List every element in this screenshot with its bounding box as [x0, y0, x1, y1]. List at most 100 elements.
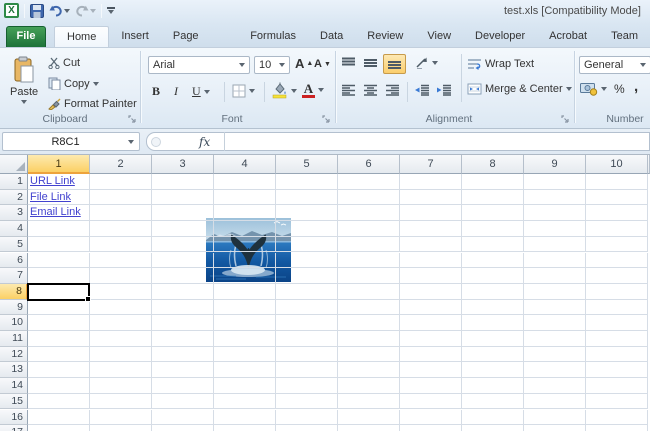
- grid-cell[interactable]: [400, 221, 462, 237]
- grid-cell[interactable]: [28, 425, 90, 431]
- column-header-2[interactable]: 2: [90, 155, 152, 174]
- grid-cell[interactable]: [462, 331, 524, 347]
- grid-cell[interactable]: [338, 268, 400, 284]
- grid-cell[interactable]: [338, 299, 400, 316]
- grid-cell[interactable]: [90, 174, 152, 190]
- accounting-format-button[interactable]: [580, 82, 607, 96]
- grid-cell[interactable]: [276, 283, 338, 300]
- tab-page-layout[interactable]: Page Layout: [161, 26, 238, 62]
- grid-cell[interactable]: [524, 299, 586, 316]
- grid-cell[interactable]: [90, 425, 152, 431]
- grid-cell[interactable]: [214, 174, 276, 190]
- grid-cell[interactable]: [524, 425, 586, 431]
- grid-cell[interactable]: [400, 425, 462, 431]
- tab-home[interactable]: Home: [54, 26, 110, 47]
- grid-cell[interactable]: [214, 189, 276, 206]
- grid-cell[interactable]: [214, 409, 276, 426]
- grid-cell[interactable]: [152, 425, 214, 431]
- grid-cell[interactable]: [90, 299, 152, 316]
- grid-cell[interactable]: [400, 393, 462, 410]
- row-header-4[interactable]: 4: [0, 221, 28, 237]
- grid-cell[interactable]: [28, 378, 90, 394]
- grid-cell[interactable]: [338, 252, 400, 269]
- grid-cell[interactable]: [524, 221, 586, 237]
- accounting-dropdown-caret[interactable]: [601, 87, 607, 91]
- tab-view[interactable]: View: [415, 26, 463, 47]
- grid-cell[interactable]: [338, 221, 400, 237]
- grid-cell[interactable]: [524, 346, 586, 363]
- grid-cell[interactable]: [152, 205, 214, 222]
- grid-cell[interactable]: [276, 205, 338, 222]
- grid-cell[interactable]: [276, 268, 338, 284]
- grid-cell[interactable]: [90, 252, 152, 269]
- fill-color-button[interactable]: [272, 82, 297, 99]
- grid-cell[interactable]: [214, 346, 276, 363]
- grid-cell[interactable]: [400, 174, 462, 190]
- tab-review[interactable]: Review: [355, 26, 415, 47]
- row-header-15[interactable]: 15: [0, 393, 28, 410]
- align-right-button[interactable]: [385, 84, 400, 96]
- column-header-9[interactable]: 9: [524, 155, 586, 174]
- grid-cell[interactable]: [586, 236, 648, 253]
- grid-cell[interactable]: [28, 409, 90, 426]
- grid-cell[interactable]: [152, 174, 214, 190]
- grid-cell[interactable]: [28, 221, 90, 237]
- cell-url-link[interactable]: URL Link: [28, 174, 90, 190]
- grid-cell[interactable]: [586, 378, 648, 394]
- grid-cell[interactable]: [586, 425, 648, 431]
- grid-cell[interactable]: [90, 283, 152, 300]
- grid-cell[interactable]: [152, 315, 214, 331]
- number-format-combobox[interactable]: General: [579, 56, 650, 74]
- copy-button[interactable]: Copy: [48, 77, 99, 90]
- grid-cell[interactable]: [28, 252, 90, 269]
- grow-font-button[interactable]: A ▲: [295, 56, 313, 71]
- grid-cell[interactable]: [586, 268, 648, 284]
- grid-cell[interactable]: [586, 189, 648, 206]
- row-header-3[interactable]: 3: [0, 205, 28, 222]
- grid-cell[interactable]: [214, 268, 276, 284]
- cell-email-link[interactable]: Email Link: [28, 205, 90, 222]
- tab-formulas[interactable]: Formulas: [238, 26, 308, 47]
- grid-cell[interactable]: [276, 409, 338, 426]
- font-size-combobox[interactable]: 10: [254, 56, 290, 74]
- column-header-5[interactable]: 5: [276, 155, 338, 174]
- fill-color-dropdown-caret[interactable]: [291, 88, 297, 93]
- grid-cell[interactable]: [28, 315, 90, 331]
- grid-cell[interactable]: [28, 393, 90, 410]
- grid-cell[interactable]: [90, 331, 152, 347]
- grid-cell[interactable]: [400, 205, 462, 222]
- grid-cell[interactable]: [400, 236, 462, 253]
- grid-cell[interactable]: [462, 425, 524, 431]
- grid-cell[interactable]: [586, 393, 648, 410]
- row-header-16[interactable]: 16: [0, 409, 28, 426]
- grid-cell[interactable]: [462, 299, 524, 316]
- grid-cell[interactable]: [524, 268, 586, 284]
- grid-cell[interactable]: [152, 378, 214, 394]
- grid-cell[interactable]: [90, 409, 152, 426]
- grid-cell[interactable]: [400, 189, 462, 206]
- grid-cell[interactable]: [214, 393, 276, 410]
- grid-cell[interactable]: [462, 189, 524, 206]
- grid-cell[interactable]: [152, 221, 214, 237]
- grid-cell[interactable]: [524, 205, 586, 222]
- tab-team[interactable]: Team: [599, 26, 650, 47]
- row-header-2[interactable]: 2: [0, 189, 28, 206]
- grid-cell[interactable]: [214, 331, 276, 347]
- grid-cell[interactable]: [152, 409, 214, 426]
- grid-cell[interactable]: [586, 174, 648, 190]
- grid-cell[interactable]: [338, 425, 400, 431]
- decrease-indent-button[interactable]: [414, 84, 430, 96]
- grid-cell[interactable]: [276, 425, 338, 431]
- grid-cell[interactable]: [524, 331, 586, 347]
- grid-cell[interactable]: [276, 299, 338, 316]
- grid-cell[interactable]: [276, 393, 338, 410]
- orientation-button[interactable]: [415, 56, 438, 69]
- grid-cell[interactable]: [524, 189, 586, 206]
- grid-cell[interactable]: [214, 315, 276, 331]
- grid-cell[interactable]: [152, 331, 214, 347]
- grid-cell[interactable]: [586, 283, 648, 300]
- tab-data[interactable]: Data: [308, 26, 355, 47]
- grid-cell[interactable]: [28, 236, 90, 253]
- grid-cell[interactable]: [400, 315, 462, 331]
- grid-cell[interactable]: [28, 299, 90, 316]
